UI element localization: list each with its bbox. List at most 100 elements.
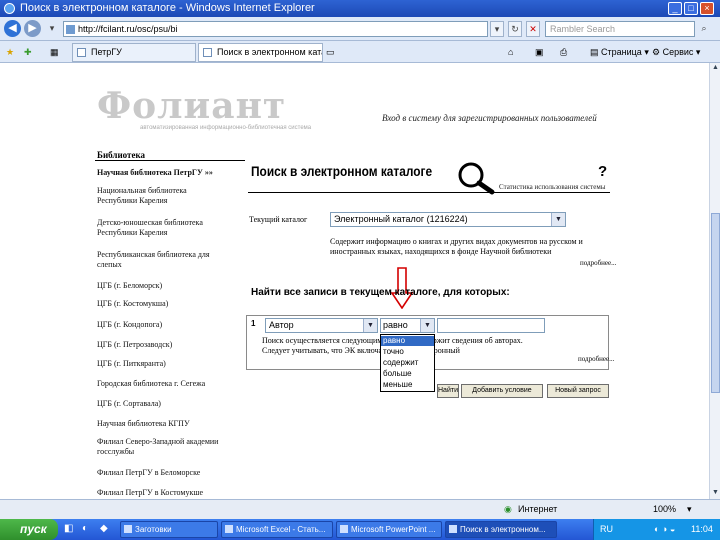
language-indicator[interactable]: RU [600, 519, 613, 540]
scroll-up-icon[interactable]: ▲ [711, 63, 720, 73]
new-tab-button[interactable]: ▭ [326, 45, 335, 59]
home-icon[interactable]: ⌂ [508, 45, 513, 59]
logo-subtitle: автоматизированная информационно-библиот… [140, 125, 312, 131]
stop-icon[interactable]: ✕ [526, 21, 540, 37]
sidebar-item-kostomuksha[interactable]: ЦГБ (г. Костомукша) [97, 299, 222, 309]
taskbar-item-ie[interactable]: Поиск в электронном... [445, 521, 557, 538]
add-condition-button[interactable]: Добавить условие [461, 384, 543, 398]
chevron-down-icon[interactable]: ▼ [551, 213, 565, 226]
task-label: Microsoft PowerPoint ... [351, 525, 436, 534]
tab-bar: ★ ✚ ▦ ПетрГУ Поиск в электронном ката...… [0, 41, 720, 63]
sidebar-item-sortavala[interactable]: ЦГБ (г. Сортавала) [97, 399, 222, 409]
field-select[interactable]: Автор ▼ [265, 318, 378, 333]
quick-launch-icon[interactable]: ◧ [64, 523, 73, 534]
chevron-down-icon[interactable]: ▼ [420, 319, 434, 332]
sidebar-item-national-library[interactable]: Национальная библиотека Республики Карел… [97, 186, 222, 206]
tab-label: Поиск в электронном ката... [217, 47, 323, 57]
catalog-description: Содержит информацию о книгах и других ви… [330, 237, 583, 256]
tab-list-icon[interactable]: ▦ [50, 45, 59, 59]
quick-launch-icon[interactable]: ◐ [82, 523, 88, 534]
scroll-down-icon[interactable]: ▼ [711, 488, 720, 498]
sidebar-item-segezha[interactable]: Городская библиотека г. Сегежа [97, 379, 222, 389]
tab-catalog-search[interactable]: Поиск в электронном ката... [198, 43, 323, 62]
sidebar-item-belomorsk[interactable]: ЦГБ (г. Беломорск) [97, 281, 222, 291]
back-arrow-icon[interactable]: ◀ [4, 20, 21, 37]
search-icon[interactable]: ⌕ [697, 21, 711, 37]
operator-option-equals[interactable]: равно [381, 336, 434, 346]
operator-option-exact[interactable]: точно [381, 347, 434, 357]
sidebar-item-pitkyaranta[interactable]: ЦГБ (г. Питкяранта) [97, 359, 222, 369]
forward-arrow-icon[interactable]: ▶ [24, 20, 41, 37]
catalog-select-value: Электронный каталог (1216224) [334, 214, 468, 224]
sidebar-item-petrozavodsk[interactable]: ЦГБ (г. Петрозаводск) [97, 340, 222, 350]
task-label: Заготовки [135, 525, 172, 534]
favorites-star-icon[interactable]: ★ [6, 45, 14, 59]
clock[interactable]: 11:04 [691, 519, 713, 540]
history-dropdown-icon[interactable]: ▾ [45, 21, 59, 37]
sidebar-item-nw-academy[interactable]: Филиал Северо-Западной академии госслужб… [97, 437, 222, 457]
sidebar-item-petrgu[interactable]: Научная библиотека ПетрГУ »» [97, 168, 222, 178]
find-button[interactable]: Найти [437, 384, 459, 398]
tray-icons[interactable]: ◐ ◑ ◒ [654, 519, 675, 540]
refresh-icon[interactable]: ↻ [508, 21, 522, 37]
minimize-button[interactable]: _ [668, 2, 682, 15]
sidebar-item-kondopoga[interactable]: ЦГБ (г. Кондопога) [97, 320, 222, 330]
content-divider [248, 192, 610, 193]
zoom-level[interactable]: 100% [653, 504, 676, 514]
quick-launch-icon[interactable]: ◆ [100, 523, 108, 534]
field-select-value: Автор [269, 320, 294, 330]
taskbar-item-folder[interactable]: Заготовки [120, 521, 218, 538]
operator-select-value: равно [383, 320, 408, 330]
catalog-select[interactable]: Электронный каталог (1216224) ▼ [330, 212, 566, 227]
page-menu[interactable]: ▤ Страница ▾ [590, 45, 649, 59]
more-link[interactable]: подробнее... [580, 259, 616, 267]
login-link[interactable]: Вход в систему для зарегистрированных по… [382, 113, 597, 123]
start-button[interactable]: пуск [0, 519, 58, 540]
address-toolbar: ◀ ▶ ▾ http://fcilant.ru/osc/psu/bi ▾ ↻ ✕… [0, 17, 720, 41]
search-value-input[interactable] [437, 318, 545, 333]
vertical-scrollbar[interactable]: ▲ ▼ [709, 63, 720, 499]
chevron-down-icon[interactable]: ▼ [363, 319, 377, 332]
folder-icon [124, 525, 132, 533]
window-title-bar: Поиск в электронном каталоге - Windows I… [0, 0, 720, 17]
add-favorite-icon[interactable]: ✚ [24, 45, 32, 59]
feeds-icon[interactable]: ▣ [535, 45, 544, 59]
tab-petrgu[interactable]: ПетрГУ [72, 43, 196, 62]
print-icon[interactable]: ⎙ [560, 45, 567, 59]
excel-icon [225, 525, 233, 533]
url-dropdown-icon[interactable]: ▾ [490, 21, 504, 37]
operator-option-greater[interactable]: больше [381, 369, 434, 379]
tools-menu[interactable]: ⚙ Сервис ▾ [652, 45, 700, 59]
help-icon[interactable]: ? [598, 163, 607, 180]
scroll-thumb[interactable] [711, 213, 720, 393]
page-menu-label: Страница [601, 47, 642, 57]
taskbar-item-powerpoint[interactable]: Microsoft PowerPoint ... [336, 521, 442, 538]
zoom-dropdown-icon[interactable]: ▾ [687, 504, 692, 515]
sidebar-item-kgpu[interactable]: Научная библиотека КГПУ [97, 419, 222, 429]
more-link[interactable]: подробнее... [578, 355, 614, 363]
operator-select[interactable]: равно ▼ [380, 318, 435, 333]
tab-label: ПетрГУ [91, 47, 122, 57]
stats-link[interactable]: Статистика использования системы [499, 183, 605, 191]
operator-option-contains[interactable]: содержит [381, 358, 434, 368]
sidebar-item-kostomuksha-branch[interactable]: Филиал ПетрГУ в Костомукше [97, 488, 222, 498]
close-window-button[interactable]: × [700, 2, 714, 15]
tools-menu-label: Сервис [662, 47, 694, 57]
maximize-button[interactable]: □ [684, 2, 698, 15]
operator-option-less[interactable]: меньше [381, 380, 434, 390]
sidebar-item-blind-library[interactable]: Республиканская библиотека для слепых [97, 250, 222, 270]
ie-icon [449, 525, 457, 533]
sidebar-item-youth-library[interactable]: Детско-юношеская библиотека Республики К… [97, 218, 222, 238]
url-field[interactable]: http://fcilant.ru/osc/psu/bi [63, 21, 488, 37]
page-title: Поиск в электронном каталоге [251, 163, 433, 179]
sidebar-item-belomorsk-branch[interactable]: Филиал ПетрГУ в Беломорске [97, 468, 222, 478]
tab-favicon [203, 48, 212, 57]
powerpoint-icon [340, 525, 348, 533]
taskbar-item-excel[interactable]: Microsoft Excel - Стать... [221, 521, 333, 538]
condition-number: 1 [251, 319, 256, 328]
status-bar: ◉ Интернет 100% ▾ [0, 499, 720, 519]
search-input[interactable]: Rambler Search [545, 21, 695, 37]
zone-label: Интернет [518, 504, 558, 514]
new-query-button[interactable]: Новый запрос [547, 384, 609, 398]
globe-icon: ◉ [504, 504, 512, 514]
